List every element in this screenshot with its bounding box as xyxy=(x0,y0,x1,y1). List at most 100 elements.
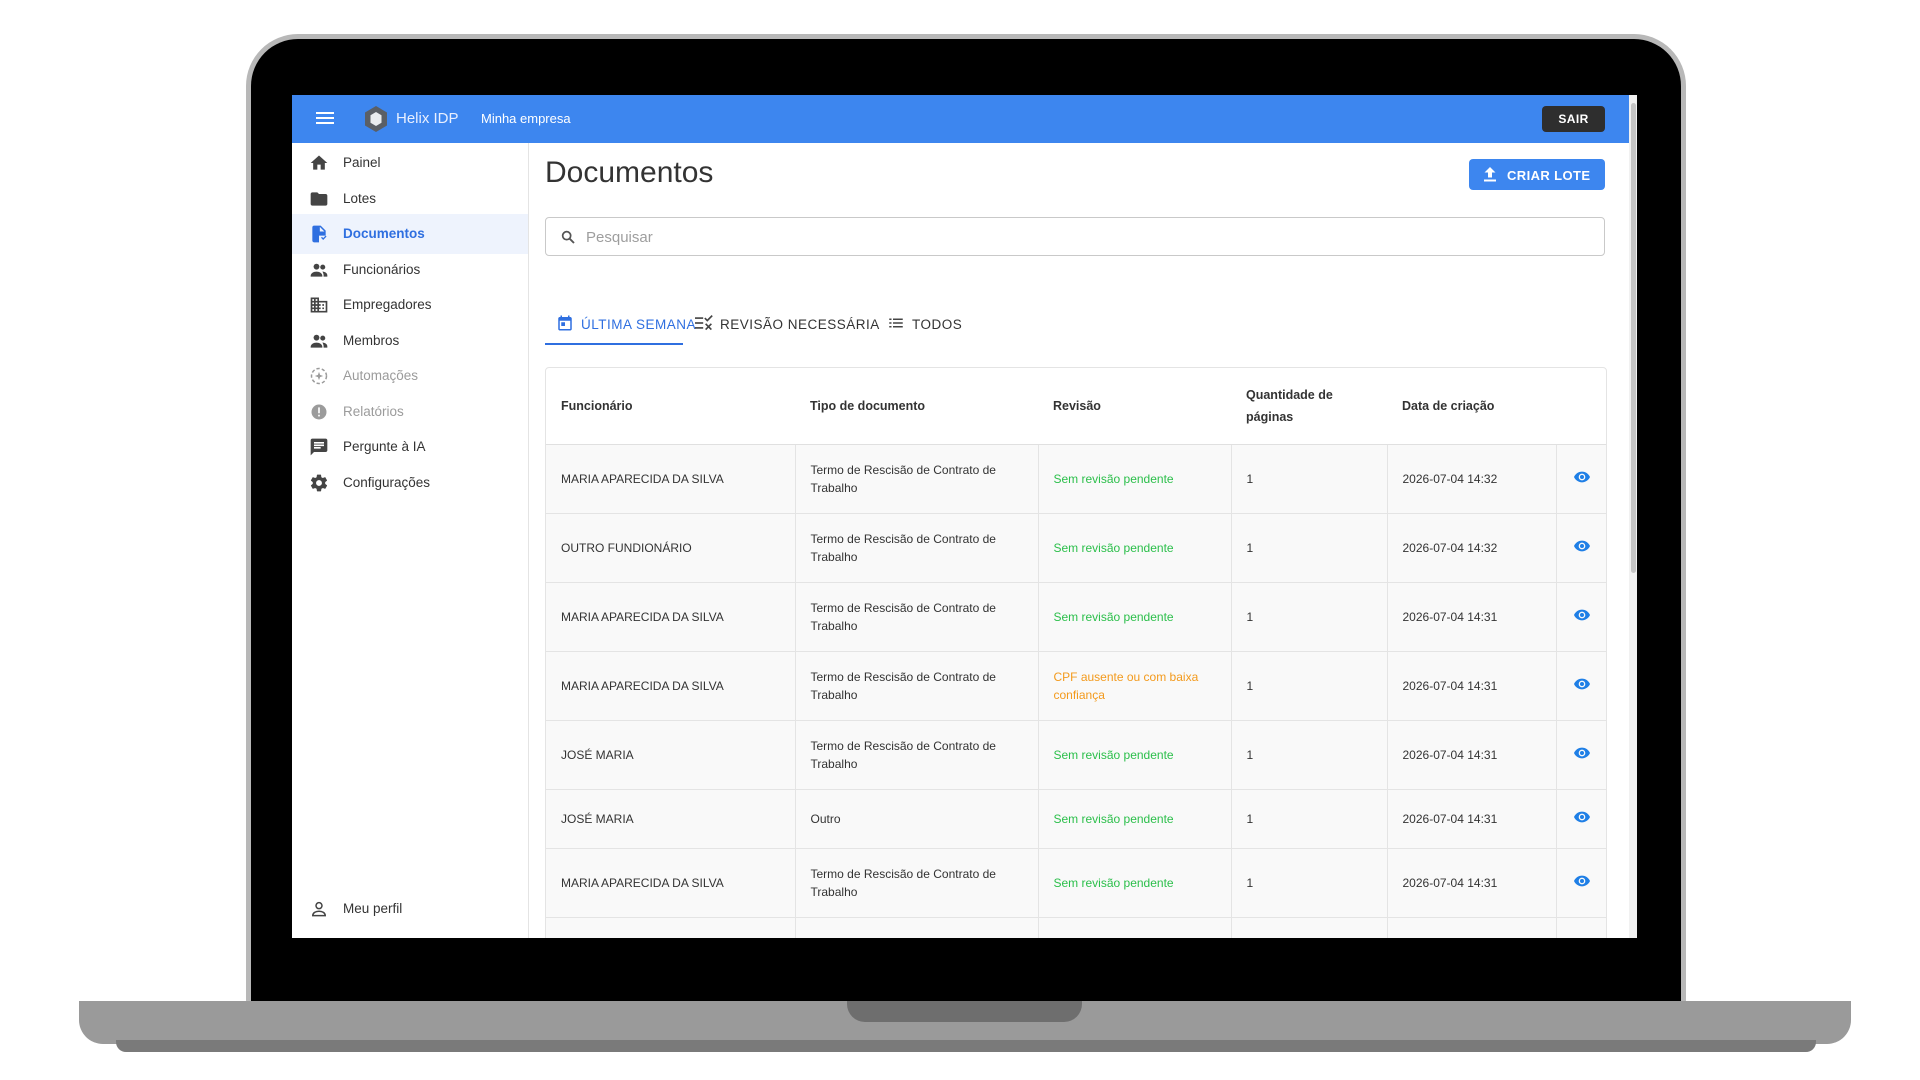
table-row[interactable]: JOSÉ MARIA Termo de Rescisão de Contrato … xyxy=(546,720,1606,790)
eye-icon[interactable] xyxy=(1574,811,1591,823)
page-count-cell: 1 xyxy=(1231,513,1388,583)
document-icon xyxy=(312,225,327,243)
sidebar-item-label: Membros xyxy=(343,333,400,348)
sidebar-item-label: Meu perfil xyxy=(343,901,403,916)
sidebar-item-label: Lotes xyxy=(343,191,377,206)
sidebar-item-label: Configurações xyxy=(343,475,431,490)
eye-icon[interactable] xyxy=(1574,678,1591,690)
page-count-cell: 1 xyxy=(1231,789,1388,849)
create-batch-label: CRIAR LOTE xyxy=(1507,168,1591,183)
eye-icon[interactable] xyxy=(1574,747,1591,759)
brand-name: Helix IDP xyxy=(396,110,459,127)
tab-todos[interactable]: TODOS xyxy=(881,303,977,345)
created-date-cell: 2026-07-04 14:31 xyxy=(1387,848,1557,918)
building-icon xyxy=(310,297,328,313)
sidebar-item-pergunte-ia[interactable]: Pergunte à IA xyxy=(292,427,528,467)
sidebar-item-funcionarios[interactable]: Funcionários xyxy=(292,250,528,290)
alert-icon xyxy=(311,404,327,420)
column-header-employee[interactable]: Funcionário xyxy=(546,368,795,445)
employee-cell: MARIA APARECIDA DA SILVA xyxy=(546,651,796,721)
column-header-document-type[interactable]: Tipo de documento xyxy=(795,368,1038,445)
table-cell xyxy=(1038,917,1232,938)
table-cell xyxy=(546,917,796,938)
table-cell xyxy=(1387,917,1557,938)
table-row[interactable]: OUTRO FUNDIONÁRIO Termo de Rescisão de Co… xyxy=(546,513,1606,583)
sidebar-item-label: Automações xyxy=(343,368,419,383)
search-input[interactable] xyxy=(586,226,1576,248)
review-status-cell: Sem revisão pendente xyxy=(1038,720,1232,790)
table-row[interactable]: MARIA APARECIDA DA SILVA Termo de Rescisã… xyxy=(546,848,1606,918)
upload-icon xyxy=(1484,167,1496,182)
column-header-review[interactable]: Revisão xyxy=(1038,368,1231,445)
review-status-cell: Sem revisão pendente xyxy=(1038,444,1232,514)
eye-icon[interactable] xyxy=(1574,875,1591,887)
table-row[interactable]: JOSÉ MARIA Outro Sem revisão pendente 1 2026… xyxy=(546,789,1606,849)
table-row[interactable]: MARIA APARECIDA DA SILVA Termo de Rescisã… xyxy=(546,651,1606,721)
column-header-created[interactable]: Data de criação xyxy=(1387,368,1556,445)
main-content: Documentos CRIAR LOTE ÚLTIMA SEMANA REVI… xyxy=(530,143,1629,938)
review-status-cell: Sem revisão pendente xyxy=(1038,513,1232,583)
table-cell xyxy=(1231,917,1388,938)
sidebar-item-label: Painel xyxy=(343,155,381,170)
table-row[interactable] xyxy=(546,917,1606,938)
sidebar-item-empregadores[interactable]: Empregadores xyxy=(292,285,528,325)
logout-button[interactable]: SAIR xyxy=(1542,106,1605,132)
eye-icon[interactable] xyxy=(1574,471,1591,483)
tab-revisao-necessaria[interactable]: REVISÃO NECESSÁRIA xyxy=(690,303,879,345)
sidebar-item-relatorios[interactable]: Relatórios xyxy=(292,392,528,432)
sidebar-item-documentos[interactable]: Documentos xyxy=(292,214,528,254)
document-type-cell: Termo de Rescisão de Contrato de Trabalh… xyxy=(795,444,1039,514)
sidebar-item-membros[interactable]: Membros xyxy=(292,321,528,361)
column-header-actions xyxy=(1556,368,1606,445)
page-count-cell: 1 xyxy=(1231,582,1388,652)
tab-label: TODOS xyxy=(912,317,963,332)
review-status-cell: Sem revisão pendente xyxy=(1038,848,1232,918)
people-icon xyxy=(310,334,328,348)
sidebar-item-configuracoes[interactable]: Configurações xyxy=(292,463,528,503)
page-title: Documentos xyxy=(545,156,714,189)
menu-icon[interactable] xyxy=(316,109,336,129)
employee-cell: JOSÉ MARIA xyxy=(546,720,796,790)
page-scrollbar-thumb[interactable] xyxy=(1631,103,1636,573)
list-icon xyxy=(889,318,903,328)
sidebar-item-meu-perfil[interactable]: Meu perfil xyxy=(292,889,528,929)
sidebar-item-automacoes[interactable]: Automações xyxy=(292,356,528,396)
review-list-icon xyxy=(695,315,713,331)
automation-icon xyxy=(310,367,328,385)
eye-icon[interactable] xyxy=(1574,540,1591,552)
helix-logo-icon xyxy=(365,106,387,132)
calendar-icon xyxy=(558,315,572,331)
tab-ultima-semana[interactable]: ÚLTIMA SEMANA xyxy=(545,303,696,345)
employee-cell: MARIA APARECIDA DA SILVA xyxy=(546,444,796,514)
page-count-cell: 1 xyxy=(1231,848,1388,918)
page-count-cell: 1 xyxy=(1231,444,1388,514)
tab-label: REVISÃO NECESSÁRIA xyxy=(720,317,880,332)
document-type-cell: Termo de Rescisão de Contrato de Trabalh… xyxy=(795,651,1039,721)
eye-icon[interactable] xyxy=(1574,609,1591,621)
created-date-cell: 2026-07-04 14:31 xyxy=(1387,789,1557,849)
actions-cell xyxy=(1556,444,1606,514)
employee-cell: JOSÉ MARIA xyxy=(546,789,796,849)
table-row[interactable]: MARIA APARECIDA DA SILVA Termo de Rescisã… xyxy=(546,444,1606,514)
sidebar-item-painel[interactable]: Painel xyxy=(292,143,528,183)
documents-table: Funcionário Tipo de documento Revisão Qu… xyxy=(545,367,1607,938)
column-header-pages[interactable]: Quantidade de páginas xyxy=(1231,368,1387,445)
actions-cell xyxy=(1556,651,1606,721)
laptop-notch xyxy=(847,1001,1082,1022)
actions-cell xyxy=(1556,582,1606,652)
actions-cell xyxy=(1556,720,1606,790)
create-batch-button[interactable]: CRIAR LOTE xyxy=(1469,159,1605,190)
table-row[interactable]: MARIA APARECIDA DA SILVA Termo de Rescisã… xyxy=(546,582,1606,652)
sidebar-item-lotes[interactable]: Lotes xyxy=(292,179,528,219)
sidebar: Painel Lotes Documentos Funcionários Emp… xyxy=(292,143,529,938)
company-name[interactable]: Minha empresa xyxy=(481,111,571,126)
created-date-cell: 2026-07-04 14:32 xyxy=(1387,444,1557,514)
home-icon xyxy=(310,155,328,170)
table-cell xyxy=(795,917,1039,938)
laptop-base-shadow xyxy=(116,1040,1816,1052)
chat-icon xyxy=(310,438,328,456)
document-type-cell: Termo de Rescisão de Contrato de Trabalh… xyxy=(795,513,1039,583)
employee-cell: MARIA APARECIDA DA SILVA xyxy=(546,848,796,918)
search-icon xyxy=(561,230,575,244)
review-status-cell: Sem revisão pendente xyxy=(1038,582,1232,652)
